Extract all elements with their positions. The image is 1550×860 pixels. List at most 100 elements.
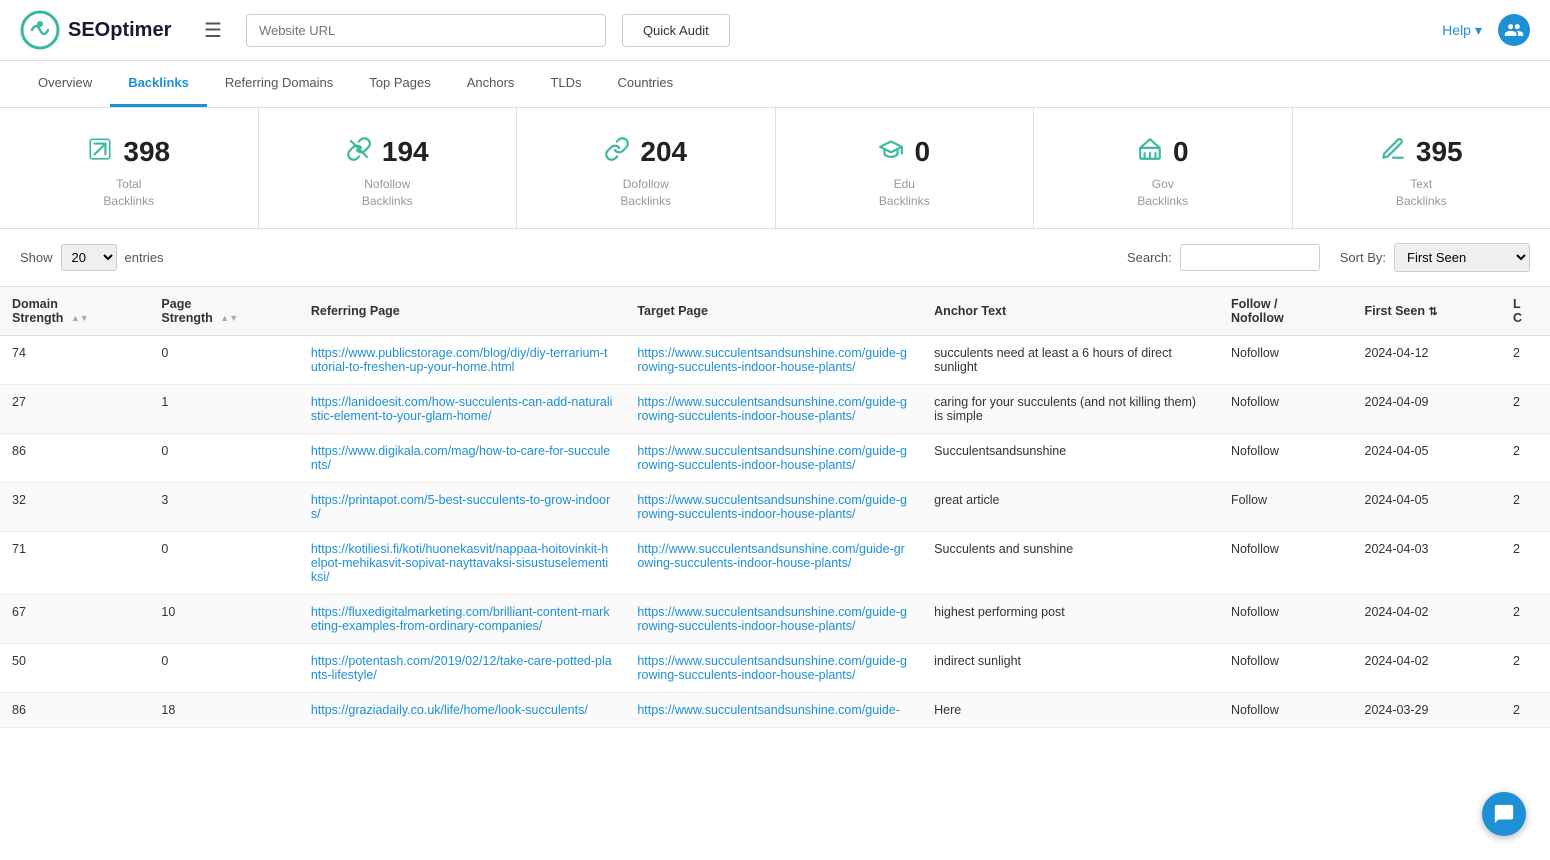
entries-select[interactable]: 10 20 50 100	[61, 244, 117, 271]
cell-target-page[interactable]: https://www.succulentsandsunshine.com/gu…	[625, 594, 922, 643]
backlinks-table: DomainStrength ▲▼ PageStrength ▲▼ Referr…	[0, 286, 1550, 728]
cell-page-strength: 1	[149, 384, 298, 433]
col-header-follow-nofollow: Follow /Nofollow	[1219, 286, 1353, 335]
col-header-page-strength[interactable]: PageStrength ▲▼	[149, 286, 298, 335]
cell-page-strength: 0	[149, 335, 298, 384]
cell-first-seen: 2024-04-09	[1353, 384, 1501, 433]
cell-lc: 2	[1501, 692, 1550, 727]
edu-number: 0	[914, 136, 930, 168]
stat-nofollow-backlinks: 194 NofollowBacklinks	[259, 108, 518, 228]
cell-anchor-text: Succulents and sunshine	[922, 531, 1219, 594]
tab-backlinks[interactable]: Backlinks	[110, 61, 207, 107]
table-row: 27 1 https://lanidoesit.com/how-succulen…	[0, 384, 1550, 433]
cell-anchor-text: Here	[922, 692, 1219, 727]
table-row: 32 3 https://printapot.com/5-best-succul…	[0, 482, 1550, 531]
chat-bubble[interactable]	[1482, 792, 1526, 836]
cell-domain-strength: 74	[0, 335, 149, 384]
table-header-row: DomainStrength ▲▼ PageStrength ▲▼ Referr…	[0, 286, 1550, 335]
cell-domain-strength: 71	[0, 531, 149, 594]
col-header-first-seen[interactable]: First Seen ⇅	[1353, 286, 1501, 335]
stat-text-backlinks: 395 TextBacklinks	[1293, 108, 1550, 228]
col-header-target-page: Target Page	[625, 286, 922, 335]
cell-target-page[interactable]: https://www.succulentsandsunshine.com/gu…	[625, 482, 922, 531]
table-row: 50 0 https://potentash.com/2019/02/12/ta…	[0, 643, 1550, 692]
table-row: 71 0 https://kotiliesi.fi/koti/huonekasv…	[0, 531, 1550, 594]
cell-first-seen: 2024-04-03	[1353, 531, 1501, 594]
table-row: 67 10 https://fluxedigitalmarketing.com/…	[0, 594, 1550, 643]
cell-page-strength: 0	[149, 643, 298, 692]
edu-backlinks-icon	[878, 136, 904, 168]
edu-label: EduBacklinks	[879, 176, 930, 210]
cell-lc: 2	[1501, 335, 1550, 384]
cell-target-page[interactable]: https://www.succulentsandsunshine.com/gu…	[625, 692, 922, 727]
cell-follow: Nofollow	[1219, 643, 1353, 692]
search-area: Search: Sort By: First Seen Domain Stren…	[1127, 243, 1530, 272]
cell-follow: Follow	[1219, 482, 1353, 531]
sort-select[interactable]: First Seen Domain Strength Page Strength	[1394, 243, 1530, 272]
cell-anchor-text: highest performing post	[922, 594, 1219, 643]
help-label: Help	[1442, 22, 1471, 38]
nofollow-backlinks-icon	[346, 136, 372, 168]
col-header-domain-strength[interactable]: DomainStrength ▲▼	[0, 286, 149, 335]
cell-target-page[interactable]: https://www.succulentsandsunshine.com/gu…	[625, 643, 922, 692]
cell-target-page[interactable]: https://www.succulentsandsunshine.com/gu…	[625, 433, 922, 482]
cell-referring-page[interactable]: https://potentash.com/2019/02/12/take-ca…	[299, 643, 626, 692]
cell-page-strength: 3	[149, 482, 298, 531]
gov-label: GovBacklinks	[1137, 176, 1188, 210]
hamburger-icon[interactable]: ☰	[196, 14, 230, 47]
nofollow-number: 194	[382, 136, 429, 168]
cell-domain-strength: 32	[0, 482, 149, 531]
tab-referring-domains[interactable]: Referring Domains	[207, 61, 351, 107]
nofollow-label: NofollowBacklinks	[362, 176, 413, 210]
quick-audit-button[interactable]: Quick Audit	[622, 14, 730, 47]
help-button[interactable]: Help ▾	[1442, 22, 1482, 39]
url-input[interactable]	[246, 14, 606, 47]
cell-target-page[interactable]: https://www.succulentsandsunshine.com/gu…	[625, 335, 922, 384]
cell-first-seen: 2024-04-05	[1353, 482, 1501, 531]
cell-lc: 2	[1501, 594, 1550, 643]
cell-first-seen: 2024-04-12	[1353, 335, 1501, 384]
total-backlinks-number: 398	[123, 136, 170, 168]
table-body: 74 0 https://www.publicstorage.com/blog/…	[0, 335, 1550, 727]
cell-first-seen: 2024-04-02	[1353, 594, 1501, 643]
cell-target-page[interactable]: https://www.succulentsandsunshine.com/gu…	[625, 384, 922, 433]
cell-anchor-text: great article	[922, 482, 1219, 531]
stat-gov-backlinks: 0 GovBacklinks	[1034, 108, 1293, 228]
cell-referring-page[interactable]: https://www.digikala.com/mag/how-to-care…	[299, 433, 626, 482]
table-row: 74 0 https://www.publicstorage.com/blog/…	[0, 335, 1550, 384]
tab-anchors[interactable]: Anchors	[449, 61, 533, 107]
gov-backlinks-icon	[1137, 136, 1163, 168]
tab-overview[interactable]: Overview	[20, 61, 110, 107]
search-input[interactable]	[1180, 244, 1320, 271]
cell-anchor-text: indirect sunlight	[922, 643, 1219, 692]
logo-area: SEOptimer	[20, 10, 180, 50]
tab-top-pages[interactable]: Top Pages	[351, 61, 448, 107]
cell-referring-page[interactable]: https://lanidoesit.com/how-succulents-ca…	[299, 384, 626, 433]
cell-anchor-text: Succulentsandsunshine	[922, 433, 1219, 482]
dofollow-backlinks-icon	[604, 136, 630, 168]
dofollow-number: 204	[640, 136, 687, 168]
cell-referring-page[interactable]: https://fluxedigitalmarketing.com/brilli…	[299, 594, 626, 643]
entries-label: entries	[125, 250, 164, 265]
cell-first-seen: 2024-04-02	[1353, 643, 1501, 692]
help-chevron-icon: ▾	[1475, 22, 1482, 39]
cell-referring-page[interactable]: https://graziadaily.co.uk/life/home/look…	[299, 692, 626, 727]
cell-referring-page[interactable]: https://printapot.com/5-best-succulents-…	[299, 482, 626, 531]
cell-domain-strength: 27	[0, 384, 149, 433]
cell-lc: 2	[1501, 531, 1550, 594]
cell-referring-page[interactable]: https://www.publicstorage.com/blog/diy/d…	[299, 335, 626, 384]
users-icon[interactable]	[1498, 14, 1530, 46]
cell-referring-page[interactable]: https://kotiliesi.fi/koti/huonekasvit/na…	[299, 531, 626, 594]
cell-lc: 2	[1501, 384, 1550, 433]
cell-follow: Nofollow	[1219, 692, 1353, 727]
cell-target-page[interactable]: http://www.succulentsandsunshine.com/gui…	[625, 531, 922, 594]
logo-text: SEOptimer	[68, 19, 171, 42]
tab-tlds[interactable]: TLDs	[532, 61, 599, 107]
text-backlinks-icon	[1380, 136, 1406, 168]
col-header-lc: LC	[1501, 286, 1550, 335]
cell-follow: Nofollow	[1219, 433, 1353, 482]
cell-domain-strength: 86	[0, 692, 149, 727]
col-header-referring-page: Referring Page	[299, 286, 626, 335]
tab-countries[interactable]: Countries	[599, 61, 691, 107]
cell-follow: Nofollow	[1219, 335, 1353, 384]
